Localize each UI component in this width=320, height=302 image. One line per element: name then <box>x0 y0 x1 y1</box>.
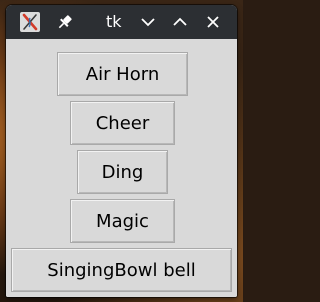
button-panel: Air Horn Cheer Ding Magic SingingBowl be… <box>6 39 237 297</box>
chevron-up-icon[interactable] <box>172 14 188 30</box>
chevron-down-icon[interactable] <box>140 14 156 30</box>
cheer-button[interactable]: Cheer <box>70 101 175 145</box>
close-icon[interactable] <box>205 14 221 30</box>
air-horn-button[interactable]: Air Horn <box>57 52 188 96</box>
ding-button[interactable]: Ding <box>77 150 168 194</box>
tk-app-icon[interactable] <box>20 12 40 32</box>
magic-button[interactable]: Magic <box>70 199 175 243</box>
window-title: tk <box>106 12 122 31</box>
tk-window: tk Air Horn Cheer Ding Magic SingingBowl… <box>6 5 237 297</box>
title-bar[interactable]: tk <box>6 5 237 39</box>
pin-icon[interactable] <box>56 13 74 31</box>
singingbowl-bell-button[interactable]: SingingBowl bell <box>11 248 232 292</box>
